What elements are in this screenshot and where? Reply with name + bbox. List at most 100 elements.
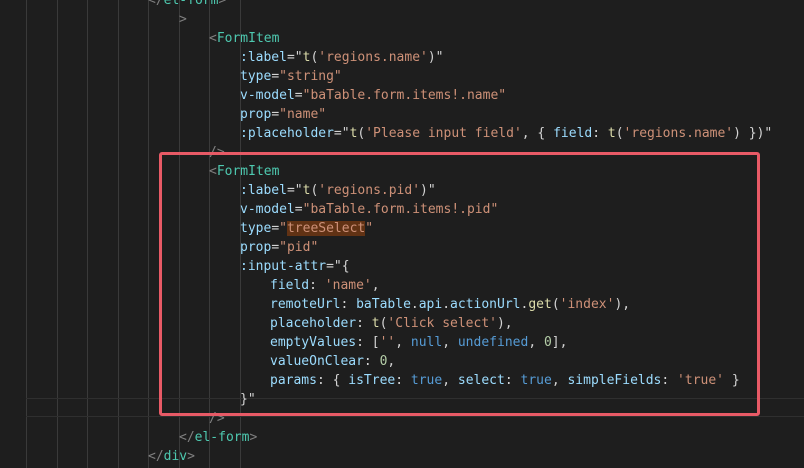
code-token: ( [551,297,560,312]
code-token: undefined [457,335,529,350]
code-token: . [442,297,451,312]
code-line[interactable]: prop="name" [240,105,326,124]
code-line[interactable]: :label="t('regions.name')" [240,48,444,67]
code-line[interactable]: > [179,10,187,29]
code-line[interactable]: :label="t('regions.pid')" [240,181,436,200]
code-token: : { [316,373,349,388]
code-line[interactable]: }" [240,390,256,409]
code-line[interactable]: :input-attr="{ [240,257,350,276]
code-editor[interactable]: </el-form> > <FormItem:label="t('regions.n… [0,0,804,468]
code-token: 'index' [559,297,615,312]
code-line[interactable]: <FormItem [209,29,279,48]
code-token: : [363,354,380,369]
code-token: , [528,335,544,350]
code-token: :input-attr [240,259,327,274]
code-token: </ [179,430,195,445]
code-token: : [ [356,335,380,350]
code-token: </ [148,449,164,464]
code-token: /> [209,145,225,160]
code-token: actionUrl [450,297,521,312]
code-token: : [309,278,325,293]
code-token: , [442,373,458,388]
code-line[interactable]: emptyValues: ['', null, undefined, 0], [270,333,567,352]
code-token: 0 [543,335,552,350]
code-line[interactable]: valueOnClear: 0, [270,352,395,371]
code-token: , [387,354,396,369]
code-token: "baTable.form.items!.name" [302,88,507,103]
code-token: ), [614,297,631,312]
code-token: = [271,240,280,255]
code-line[interactable]: params: { isTree: true, select: true, si… [270,371,740,390]
code-token: : [356,316,372,331]
code-token: > [187,449,195,464]
code-token: type [240,69,272,84]
code-token: )" [427,50,444,65]
code-token: baTable [356,297,411,312]
code-token: = [271,221,280,236]
code-line[interactable]: v-model="baTable.form.items!.pid" [240,200,498,219]
code-token: = [294,88,303,103]
code-token: > [218,0,227,8]
code-token: t [607,126,616,141]
code-token: =" [286,183,303,198]
code-token: /> [209,411,225,426]
code-line[interactable]: /> [209,143,225,162]
code-token: = [271,107,280,122]
code-token: t [371,316,380,331]
code-token: field [270,278,310,293]
code-token: 'Click select' [387,316,497,331]
code-token: : [661,373,678,388]
code-token: )" [420,183,436,198]
code-token: , [551,373,568,388]
code-line[interactable]: type="string" [240,67,342,86]
current-line-highlight [26,398,804,417]
code-token: prop [240,240,272,255]
code-token: v-model [240,88,295,103]
code-token: select [457,373,505,388]
code-token: v-model [240,202,295,217]
code-token: null [410,335,443,350]
code-token: remoteUrl [270,297,341,312]
code-token: field [553,126,593,141]
code-token: : [395,373,411,388]
code-line[interactable]: field: 'name', [270,276,380,295]
code-token: FormItem [216,31,280,46]
code-token: </ [148,0,164,8]
code-line[interactable]: placeholder: t('Click select'), [270,314,513,333]
code-token: " [279,221,287,236]
code-token: true [410,373,443,388]
code-token: , [371,278,380,293]
code-token: , { [521,126,554,141]
code-token: = [294,202,303,217]
code-line[interactable]: </el-form> [179,428,257,447]
code-line[interactable]: /> [209,409,225,428]
code-token: get [528,297,552,312]
code-line[interactable]: prop="pid" [240,238,318,257]
code-token: placeholder [270,316,357,331]
code-token: : [504,373,521,388]
code-token: > [249,430,258,445]
code-token: ="{ [326,259,350,274]
code-token: :placeholder [240,126,334,141]
code-line[interactable]: :placeholder="t('Please input field', { … [240,124,772,143]
code-token: : [340,297,357,312]
code-token: } [724,373,740,388]
code-token: :label [240,183,287,198]
code-line[interactable]: v-model="baTable.form.items!.name" [240,86,506,105]
code-line[interactable]: remoteUrl: baTable.api.actionUrl.get('in… [270,295,630,314]
code-token: 'true' [677,373,725,388]
code-token: =" [333,126,350,141]
code-line[interactable]: type="treeSelect" [240,219,373,238]
code-line[interactable]: <FormItem [209,162,279,181]
code-line[interactable]: </el-form> [148,0,226,10]
code-token: , [395,335,411,350]
code-token: =" [286,50,303,65]
code-token: 'regions.pid' [318,183,421,198]
code-token: ], [551,335,568,350]
code-token: . [410,297,419,312]
code-token: valueOnClear [270,354,364,369]
code-token: " [365,221,374,236]
code-token: : [592,126,608,141]
code-line[interactable]: </div> [148,447,195,466]
code-token: el-form [194,430,250,445]
